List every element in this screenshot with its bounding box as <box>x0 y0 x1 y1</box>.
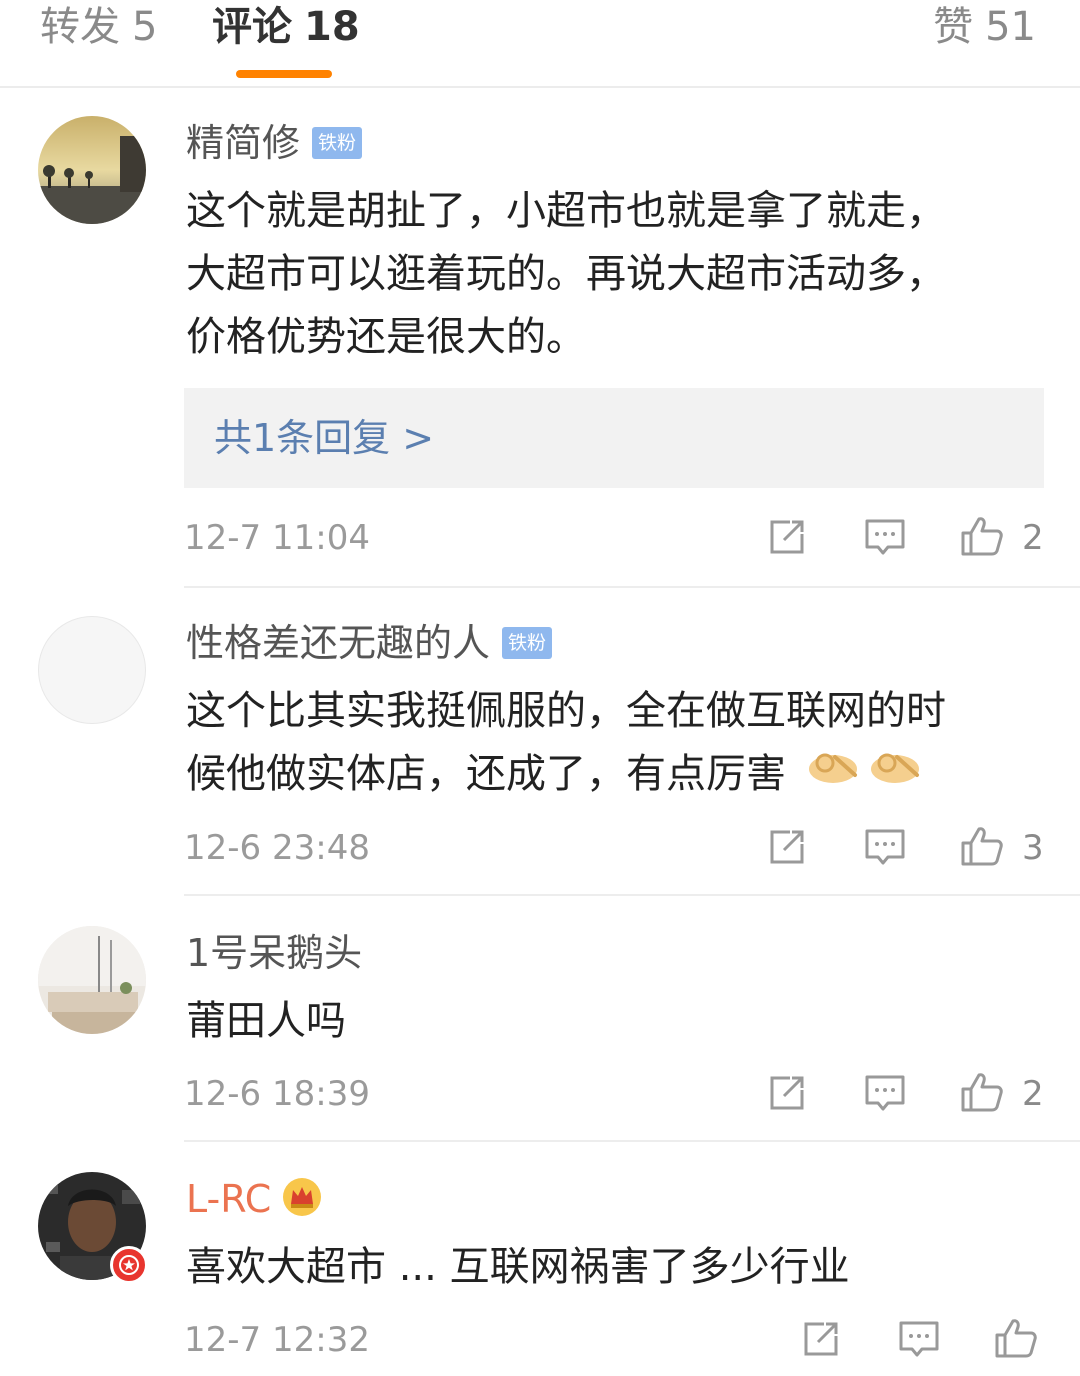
comment-line: 莆田人吗 <box>186 998 346 1044</box>
ok-hand-emoji <box>867 745 923 808</box>
comment-text: 这个就是胡扯了，小超市也就是拿了就走， 大超市可以逛着玩的。再说大超市活动多， … <box>186 180 1036 369</box>
tab-comment-label: 评论 <box>212 4 292 50</box>
like-count: 2 <box>1022 518 1044 558</box>
thumbs-up-icon <box>995 1319 1037 1358</box>
tab-repost[interactable]: 转发 5 <box>40 2 157 52</box>
share-edit-icon <box>770 1076 804 1110</box>
username[interactable]: 精简修 <box>186 118 300 168</box>
reply-summary[interactable]: 共1条回复 > <box>184 388 1044 488</box>
like-button[interactable] <box>960 1070 1003 1112</box>
reply-button[interactable] <box>864 1072 906 1114</box>
comment-text: 莆田人吗 <box>186 990 1036 1053</box>
comment-line: 喜欢大超市 ... 互联网祸害了多少行业 <box>186 1244 850 1290</box>
tab-comment-count: 18 <box>304 4 360 50</box>
divider <box>184 586 1080 588</box>
repost-button[interactable] <box>766 516 808 558</box>
tab-like[interactable]: 赞 51 <box>933 2 1036 52</box>
comment-timestamp: 12-7 11:04 <box>184 518 370 558</box>
comment-line: 价格优势还是很大的。 <box>186 314 586 360</box>
tab-repost-count: 5 <box>132 4 158 50</box>
repost-button[interactable] <box>800 1318 842 1360</box>
comment-line: 大超市可以逛着玩的。再说大超市活动多， <box>186 251 946 297</box>
divider <box>184 1140 1080 1142</box>
share-edit-icon <box>770 520 804 554</box>
tab-repost-label: 转发 <box>40 4 120 50</box>
avatar[interactable] <box>38 926 146 1034</box>
like-button[interactable] <box>994 1316 1037 1358</box>
star-icon <box>119 1255 139 1275</box>
like-button[interactable] <box>960 824 1003 866</box>
avatar[interactable] <box>38 116 146 224</box>
comment-timestamp: 12-7 12:32 <box>184 1320 370 1360</box>
active-tab-indicator <box>236 70 332 78</box>
crown-icon <box>281 1176 323 1222</box>
comment-text: 喜欢大超市 ... 互联网祸害了多少行业 <box>186 1236 1036 1299</box>
comment-line: 候他做实体店，还成了，有点厉害 <box>186 751 786 797</box>
comment-icon <box>865 1075 905 1111</box>
tab-like-count: 51 <box>985 4 1036 50</box>
ok-hand-emoji <box>805 745 861 808</box>
comment-text: 这个比其实我挺佩服的，全在做互联网的时 候他做实体店，还成了，有点厉害 <box>186 680 1036 808</box>
comment-line: 这个就是胡扯了，小超市也就是拿了就走， <box>186 188 946 234</box>
thumbs-up-icon <box>961 827 1003 866</box>
username[interactable]: 1号呆鹅头 <box>186 928 362 978</box>
like-count: 3 <box>1022 828 1044 868</box>
comment-line: 这个比其实我挺佩服的，全在做互联网的时 <box>186 688 946 734</box>
thumbs-up-icon <box>961 1073 1003 1112</box>
username[interactable]: L-RC <box>186 1174 271 1224</box>
view-replies-link[interactable]: 共1条回复 > <box>214 412 434 464</box>
comment-timestamp: 12-6 23:48 <box>184 828 370 868</box>
like-button[interactable] <box>960 514 1003 556</box>
comment-timestamp: 12-6 18:39 <box>184 1074 370 1114</box>
fan-badge: 铁粉 <box>312 127 363 159</box>
reply-button[interactable] <box>864 826 906 868</box>
comment-icon <box>899 1321 939 1357</box>
reply-button[interactable] <box>864 516 906 558</box>
reply-button[interactable] <box>898 1318 940 1360</box>
tab-like-label: 赞 <box>933 4 974 50</box>
share-edit-icon <box>770 830 804 864</box>
divider <box>184 894 1080 896</box>
comment-icon <box>865 829 905 865</box>
like-count: 2 <box>1022 1074 1044 1114</box>
fan-badge: 铁粉 <box>502 627 553 659</box>
comment-tabs: 转发 5 评论 18 赞 51 <box>0 0 1080 88</box>
repost-button[interactable] <box>766 1072 808 1114</box>
repost-button[interactable] <box>766 826 808 868</box>
avatar[interactable] <box>38 616 146 724</box>
share-edit-icon <box>804 1322 838 1356</box>
thumbs-up-icon <box>961 517 1003 556</box>
verified-badge <box>110 1246 148 1284</box>
username[interactable]: 性格差还无趣的人 <box>186 618 490 668</box>
comment-icon <box>865 519 905 555</box>
